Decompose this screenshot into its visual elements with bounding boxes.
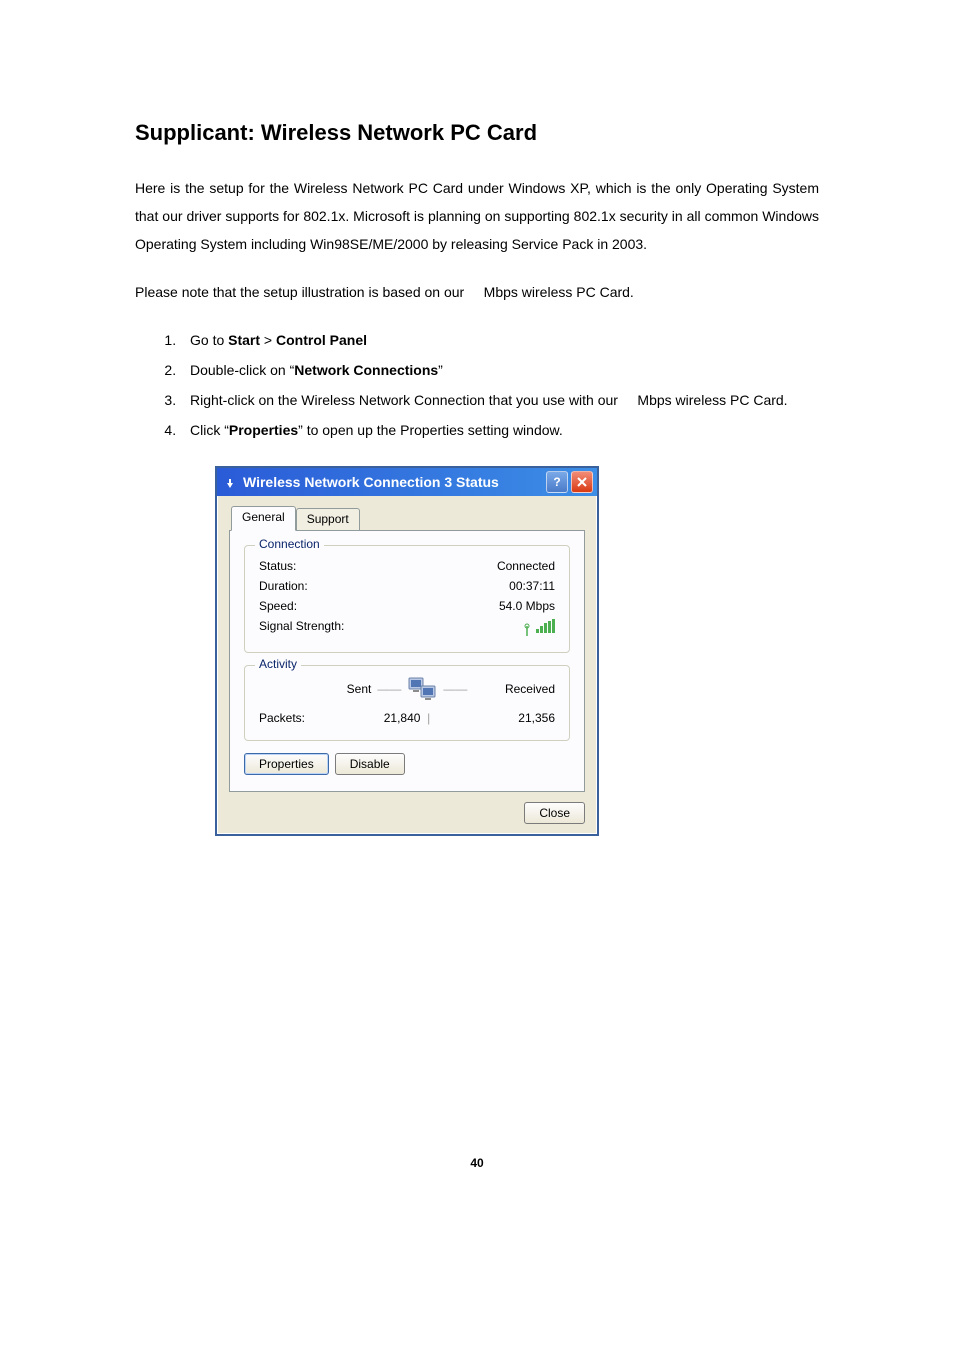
page-number: 40 [135, 1156, 819, 1170]
wireless-icon [223, 475, 237, 489]
received-label: Received [475, 682, 555, 696]
li2-a: Double-click on “ [190, 362, 294, 378]
dialog-title: Wireless Network Connection 3 Status [243, 474, 499, 490]
sent-value: 21,840 | [339, 711, 475, 725]
dash-left: —— [377, 682, 401, 696]
paragraph-2a: Please note that the setup illustration … [135, 284, 468, 300]
dialog-titlebar[interactable]: Wireless Network Connection 3 Status ? [217, 468, 597, 496]
list-item-2: Double-click on “Network Connections” [180, 356, 819, 384]
li1-a: Go to [190, 332, 228, 348]
li1-c: > [260, 332, 276, 348]
signal-bars-icon [536, 619, 555, 633]
packets-label: Packets: [259, 711, 339, 725]
page-heading: Supplicant: Wireless Network PC Card [135, 120, 819, 146]
paragraph-1: Here is the setup for the Wireless Netwo… [135, 174, 819, 258]
li1-d: Control Panel [276, 332, 367, 348]
li2-c: ” [438, 362, 443, 378]
instruction-list: Go to Start > Control Panel Double-click… [135, 326, 819, 444]
li1-b: Start [228, 332, 260, 348]
close-icon-button[interactable] [571, 471, 593, 493]
duration-value: 00:37:11 [509, 579, 555, 593]
signal-label: Signal Strength: [259, 619, 344, 637]
signal-value [521, 619, 555, 637]
connection-group: Connection Status: Connected Duration: 0… [244, 545, 570, 653]
status-value: Connected [497, 559, 555, 573]
list-item-1: Go to Start > Control Panel [180, 326, 819, 354]
list-item-4: Click “Properties” to open up the Proper… [180, 416, 819, 444]
sent-label: Sent [347, 682, 372, 696]
tab-general[interactable]: General [231, 506, 296, 531]
status-dialog: Wireless Network Connection 3 Status ? G… [215, 466, 599, 836]
li3-b: Mbps wireless PC Card. [637, 392, 787, 408]
close-button[interactable]: Close [524, 802, 585, 824]
dash-right: —— [443, 682, 467, 696]
help-button[interactable]: ? [546, 471, 568, 493]
network-computers-icon [407, 676, 437, 702]
paragraph-2b: Mbps wireless PC Card. [484, 284, 634, 300]
paragraph-2: Please note that the setup illustration … [135, 278, 819, 306]
li4-c: ” to open up the Properties setting wind… [298, 422, 563, 438]
activity-group: Activity Sent —— [244, 665, 570, 741]
tab-strip: General Support [229, 504, 585, 530]
antenna-icon [521, 622, 536, 636]
tab-panel-general: Connection Status: Connected Duration: 0… [229, 530, 585, 792]
received-value: 21,356 [475, 711, 555, 725]
properties-button[interactable]: Properties [244, 753, 329, 775]
li4-b: Properties [229, 422, 298, 438]
li3-a: Right-click on the Wireless Network Conn… [190, 392, 622, 408]
li4-a: Click “ [190, 422, 229, 438]
tab-support[interactable]: Support [296, 508, 360, 530]
duration-label: Duration: [259, 579, 308, 593]
speed-value: 54.0 Mbps [499, 599, 555, 613]
status-label: Status: [259, 559, 296, 573]
activity-legend: Activity [255, 657, 301, 671]
li2-b: Network Connections [294, 362, 438, 378]
connection-legend: Connection [255, 537, 324, 551]
disable-button[interactable]: Disable [335, 753, 405, 775]
speed-label: Speed: [259, 599, 297, 613]
list-item-3: Right-click on the Wireless Network Conn… [180, 386, 819, 414]
